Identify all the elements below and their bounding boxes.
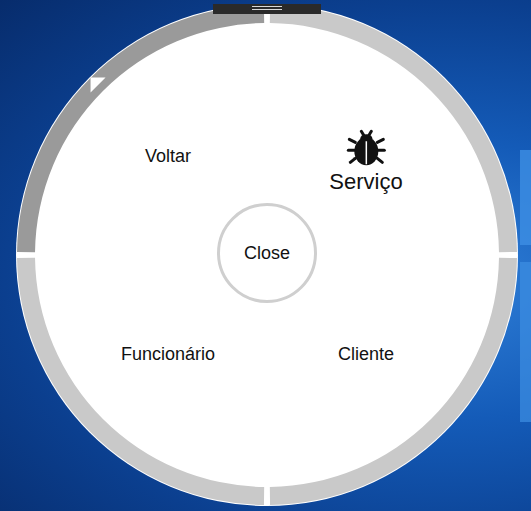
- ring-sector[interactable]: [270, 258, 517, 505]
- menu-item-label: Serviço: [329, 169, 402, 194]
- menu-item[interactable]: Funcionário: [117, 338, 219, 369]
- bug-icon: [345, 125, 387, 167]
- sector-marker-icon: [91, 78, 106, 93]
- grip-line: [252, 6, 282, 7]
- desktop-pane: [520, 150, 531, 245]
- menu-item[interactable]: Cliente: [334, 338, 398, 369]
- close-button[interactable]: Close: [217, 203, 317, 303]
- menu-item-label: Voltar: [145, 146, 191, 166]
- radial-menu: Serviço Cliente Funcionário Voltar Close: [0, 0, 531, 511]
- menu-item-label: Cliente: [338, 343, 394, 363]
- menu-item[interactable]: Serviço: [325, 123, 406, 196]
- ring-sector[interactable]: [17, 258, 264, 505]
- menu-item[interactable]: Voltar: [141, 141, 195, 172]
- close-label: Close: [244, 240, 290, 267]
- grip-line: [252, 9, 282, 10]
- menu-item-label: Funcionário: [121, 343, 215, 363]
- ring-sector[interactable]: [270, 5, 517, 252]
- desktop-pane: [520, 262, 531, 422]
- drag-handle[interactable]: [213, 4, 321, 14]
- ring-sector[interactable]: [17, 5, 264, 252]
